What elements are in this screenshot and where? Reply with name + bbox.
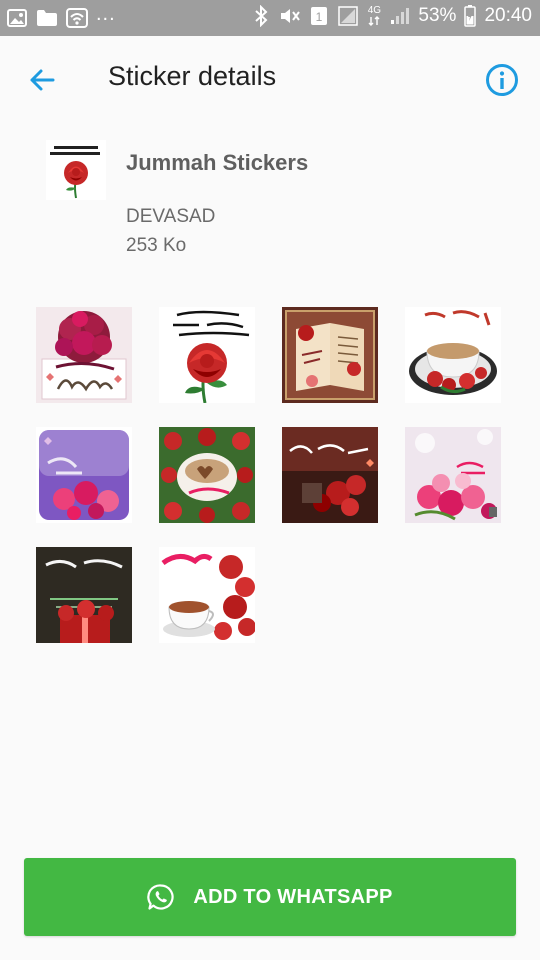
info-button[interactable] xyxy=(482,60,522,100)
red-rose-sticker[interactable] xyxy=(159,307,255,403)
add-button-label: ADD TO WHATSAPP xyxy=(193,885,393,908)
pack-author: DEVASAD xyxy=(126,206,216,227)
bluetooth-icon xyxy=(250,5,272,27)
arrow-back-icon xyxy=(30,69,55,91)
whatsapp-icon xyxy=(147,884,174,910)
add-to-whatsapp-button[interactable]: ADD TO WHATSAPP xyxy=(24,858,516,936)
coffee-roses-sticker[interactable] xyxy=(405,307,501,403)
signal-icon xyxy=(337,5,359,27)
info-icon xyxy=(486,64,518,96)
status-bar-right: 1 4G 53% 20:40 xyxy=(250,5,532,27)
gift-roses-sticker[interactable] xyxy=(36,547,132,643)
battery-icon xyxy=(463,5,477,27)
sim-icon: 1 xyxy=(308,5,330,27)
back-button[interactable] xyxy=(20,60,64,100)
svg-text:1: 1 xyxy=(316,10,323,24)
data-4g-icon: 4G xyxy=(366,5,382,27)
status-bar: ... 1 4G 53% 20:40 xyxy=(0,0,540,36)
pack-size: 253 Ko xyxy=(126,235,187,256)
battery-percent: 53% xyxy=(418,5,457,26)
pack-tray-icon xyxy=(46,140,106,200)
rose-sticker-icon xyxy=(46,140,106,200)
app-bar: Sticker details xyxy=(0,36,540,122)
dark-roses-sticker[interactable] xyxy=(282,427,378,523)
folder-icon xyxy=(36,7,58,29)
purple-roses-sticker[interactable] xyxy=(36,427,132,523)
status-bar-left: ... xyxy=(6,3,116,29)
pack-name: Jummah Stickers xyxy=(126,150,309,175)
pink-roses-sticker[interactable] xyxy=(405,427,501,523)
image-icon xyxy=(6,7,28,29)
network-label: 4G xyxy=(367,5,382,16)
rose-bouquet-sticker[interactable] xyxy=(36,307,132,403)
clock: 20:40 xyxy=(484,5,532,26)
more-dots-icon: ... xyxy=(96,2,116,25)
signal-bars-icon xyxy=(389,5,411,27)
heart-coffee-sticker[interactable] xyxy=(159,427,255,523)
mute-icon xyxy=(279,5,301,27)
book-rose-sticker[interactable] xyxy=(282,307,378,403)
sticker-grid xyxy=(36,307,506,643)
wifi-icon xyxy=(66,7,88,29)
page-title: Sticker details xyxy=(108,61,277,91)
tea-roses-sticker[interactable] xyxy=(159,547,255,643)
